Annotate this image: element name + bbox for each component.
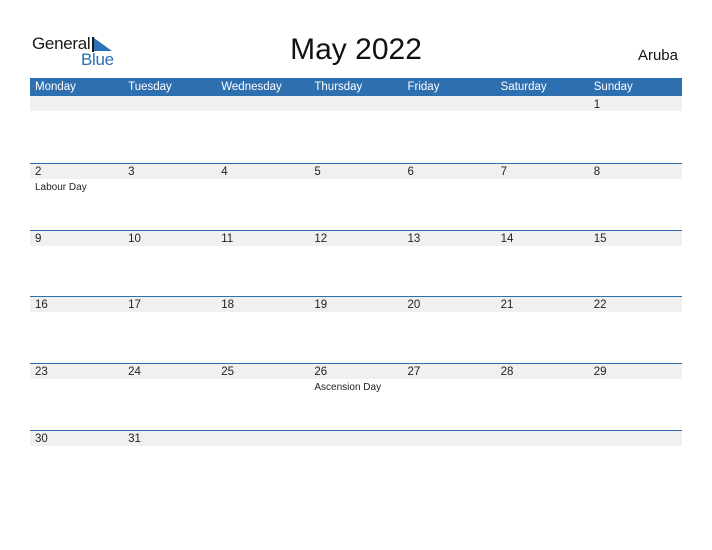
day-number: 31 [128,433,141,445]
day-number: 6 [407,166,414,178]
day-cell: 17 [123,296,216,363]
day-cells: 23 24 25 26 Ascension Day 27 28 29 [30,363,682,430]
day-number: 29 [593,366,607,378]
day-number: 8 [593,166,601,178]
day-cell [309,430,402,497]
day-cell: 23 [30,363,123,430]
week-row: 23 24 25 26 Ascension Day 27 28 29 [30,363,682,430]
day-cell [216,96,309,163]
day-number: 27 [407,366,421,378]
day-number: 10 [128,233,141,245]
day-cell: 21 [496,296,589,363]
day-cell: 16 [30,296,123,363]
day-number: 18 [221,299,235,311]
weekday-friday: Friday [407,81,440,93]
day-cell [216,430,309,497]
weekday-wednesday: Wednesday [221,81,282,93]
day-cell [589,430,682,497]
day-number: 12 [314,233,328,245]
day-cell [123,96,216,163]
day-cell [496,96,589,163]
day-number: 13 [407,233,421,245]
day-cell: 31 [123,430,216,497]
day-cell: 2 Labour Day [30,163,123,230]
day-cell: 4 [216,163,309,230]
weekday-sunday: Sunday [593,81,633,93]
day-number: 16 [35,299,48,311]
day-cell [403,430,496,497]
day-cells: 9 10 11 12 13 14 15 [30,230,682,297]
day-cell [403,96,496,163]
day-cell: 3 [123,163,216,230]
day-cell: 8 [589,163,682,230]
day-cell [496,430,589,497]
day-cell: 22 [589,296,682,363]
day-cell: 10 [123,230,216,297]
holiday-label: Labour Day [35,182,87,193]
day-cell: 25 [216,363,309,430]
day-number: 2 [35,166,42,178]
day-number: 26 [314,366,328,378]
calendar-title: May 2022 [290,33,422,66]
day-number: 3 [128,166,135,178]
holiday-label: Ascension Day [314,382,382,393]
weekday-monday: Monday [35,81,76,93]
weekday-header: Monday Tuesday Wednesday Thursday Friday… [30,78,682,96]
day-cell: 30 [30,430,123,497]
day-number: 21 [500,299,514,311]
day-number: 17 [128,299,141,311]
day-number: 28 [500,366,514,378]
day-cell: 29 [589,363,682,430]
day-cells: 30 31 [30,430,682,497]
day-number: 9 [35,233,42,245]
day-cell: 26 Ascension Day [309,363,402,430]
day-number: 25 [221,366,235,378]
day-cell: 11 [216,230,309,297]
day-number: 20 [407,299,421,311]
day-number: 19 [314,299,328,311]
day-cell [309,96,402,163]
day-cell: 9 [30,230,123,297]
day-cell: 12 [309,230,402,297]
weekday-thursday: Thursday [314,81,363,93]
day-cells: 16 17 18 19 20 21 22 [30,296,682,363]
day-cell: 14 [496,230,589,297]
day-cell: 13 [403,230,496,297]
day-cell [30,96,123,163]
weekday-saturday: Saturday [500,81,547,93]
day-number: 24 [128,366,141,378]
day-cell: 19 [309,296,402,363]
day-number: 11 [221,233,234,245]
day-number: 23 [35,366,48,378]
week-row: 30 31 [30,430,682,497]
day-number: 14 [500,233,514,245]
week-row: 2 Labour Day 3 4 5 6 7 8 [30,163,682,230]
day-cells: 2 Labour Day 3 4 5 6 7 8 [30,163,682,230]
day-number: 4 [221,166,228,178]
day-cell: 7 [496,163,589,230]
week-row: 9 10 11 12 13 14 15 [30,230,682,297]
day-number: 7 [500,166,508,178]
week-row: 1 [30,96,682,163]
week-row: 16 17 18 19 20 21 22 [30,296,682,363]
day-cell: 20 [403,296,496,363]
day-cell: 27 [403,363,496,430]
day-cell: 5 [309,163,402,230]
weekday-tuesday: Tuesday [128,81,172,93]
day-number: 1 [593,99,601,111]
country-label: Aruba [637,47,678,64]
day-number: 30 [35,433,48,445]
day-number: 5 [314,166,321,178]
day-number: 15 [593,233,607,245]
day-number: 22 [593,299,607,311]
day-cell: 6 [403,163,496,230]
day-cell: 15 [589,230,682,297]
day-cell: 18 [216,296,309,363]
day-cell: 24 [123,363,216,430]
day-cell: 1 [589,96,682,163]
day-cells: 1 [30,96,682,163]
day-cell: 28 [496,363,589,430]
